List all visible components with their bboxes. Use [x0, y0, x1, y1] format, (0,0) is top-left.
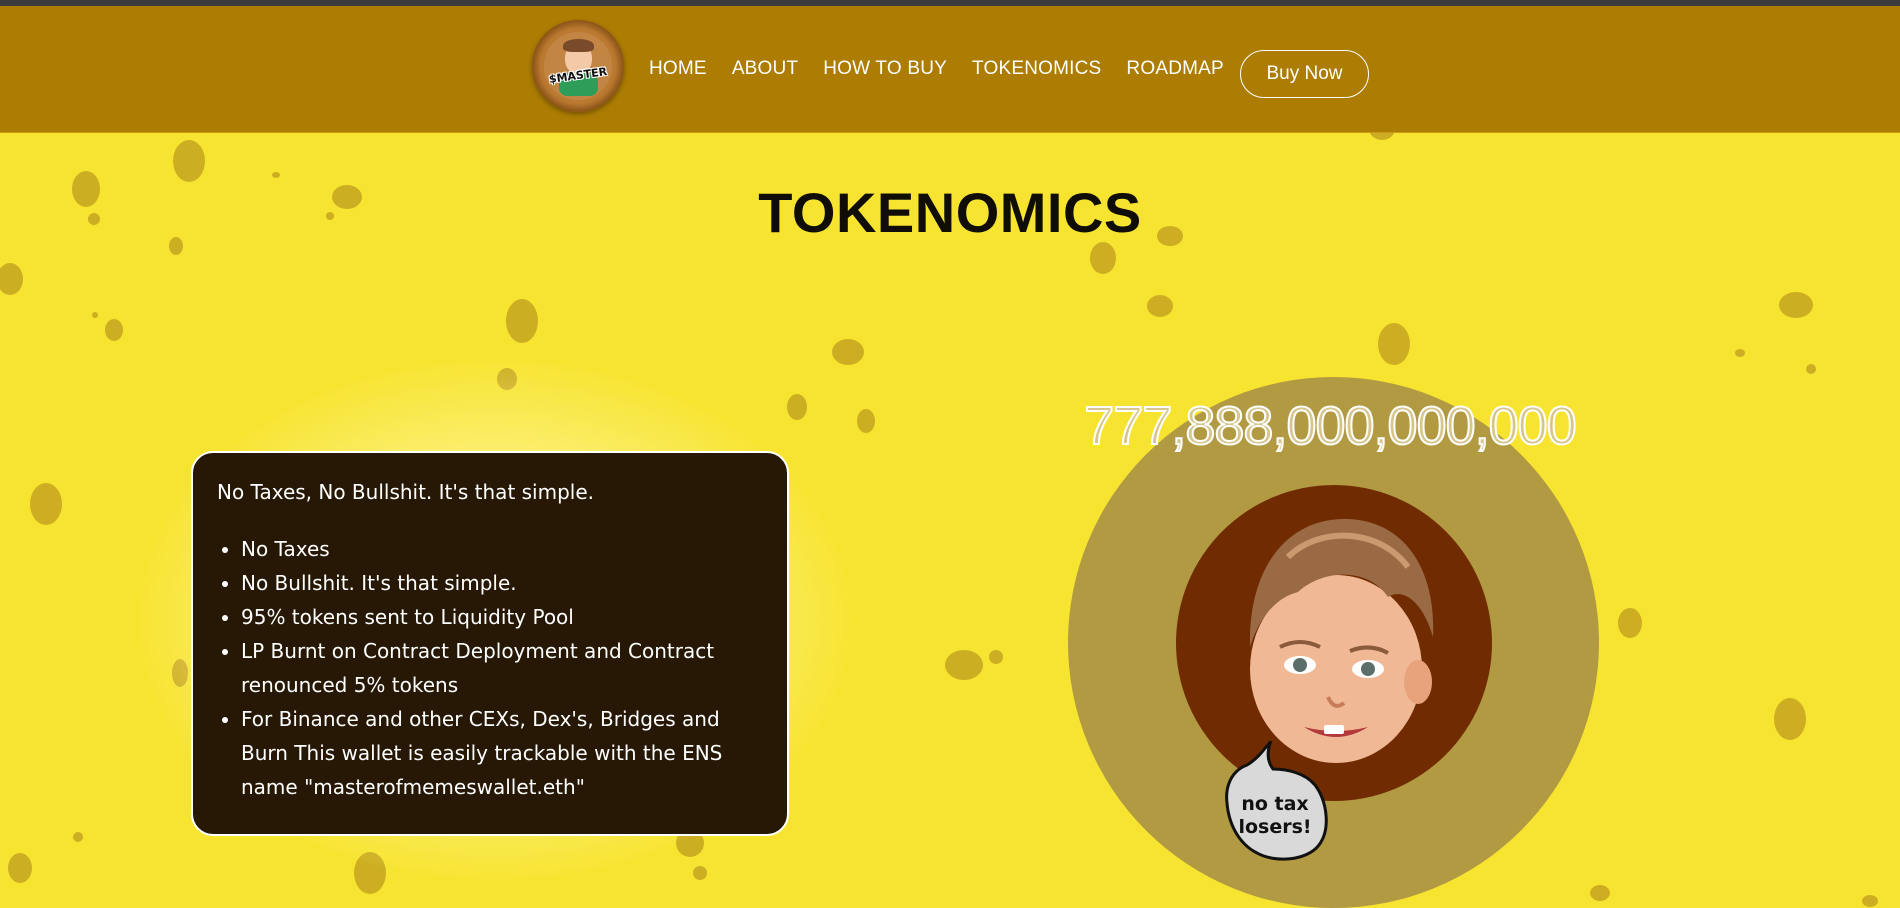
buy-now-button[interactable]: Buy Now [1240, 50, 1369, 98]
list-item: LP Burnt on Contract Deployment and Cont… [241, 634, 765, 702]
list-item: 95% tokens sent to Liquidity Pool [241, 600, 765, 634]
nav-link-tokenomics[interactable]: TOKENOMICS [972, 58, 1101, 80]
list-item: No Taxes [241, 532, 765, 566]
speech-bubble-line: losers! [1238, 816, 1312, 838]
speech-bubble-line: no tax [1241, 793, 1309, 815]
mascot-logo-icon[interactable]: $MASTER [532, 20, 624, 112]
tokenomics-list: No Taxes No Bullshit. It's that simple. … [217, 532, 765, 804]
navbar: $MASTER HOME ABOUT HOW TO BUY TOKENOMICS… [0, 6, 1900, 133]
total-supply: 777,888,000,000,000 [1083, 395, 1578, 457]
list-item: No Bullshit. It's that simple. [241, 566, 765, 600]
nav-link-roadmap[interactable]: ROADMAP [1126, 58, 1223, 80]
nav-link-home[interactable]: HOME [649, 58, 707, 80]
nav-links: HOME ABOUT HOW TO BUY TOKENOMICS ROADMAP [649, 58, 1224, 80]
page-title: TOKENOMICS [758, 181, 1142, 244]
tokenomics-info-box: No Taxes, No Bullshit. It's that simple.… [191, 451, 789, 836]
list-item: For Binance and other CEXs, Dex's, Bridg… [241, 702, 765, 804]
nav-link-how-to-buy[interactable]: HOW TO BUY [823, 58, 947, 80]
info-intro: No Taxes, No Bullshit. It's that simple. [217, 480, 595, 504]
baby-mascot-icon [1249, 518, 1434, 763]
speech-bubble-text: no tax losers! [1234, 793, 1316, 839]
nav-link-about[interactable]: ABOUT [732, 58, 798, 80]
